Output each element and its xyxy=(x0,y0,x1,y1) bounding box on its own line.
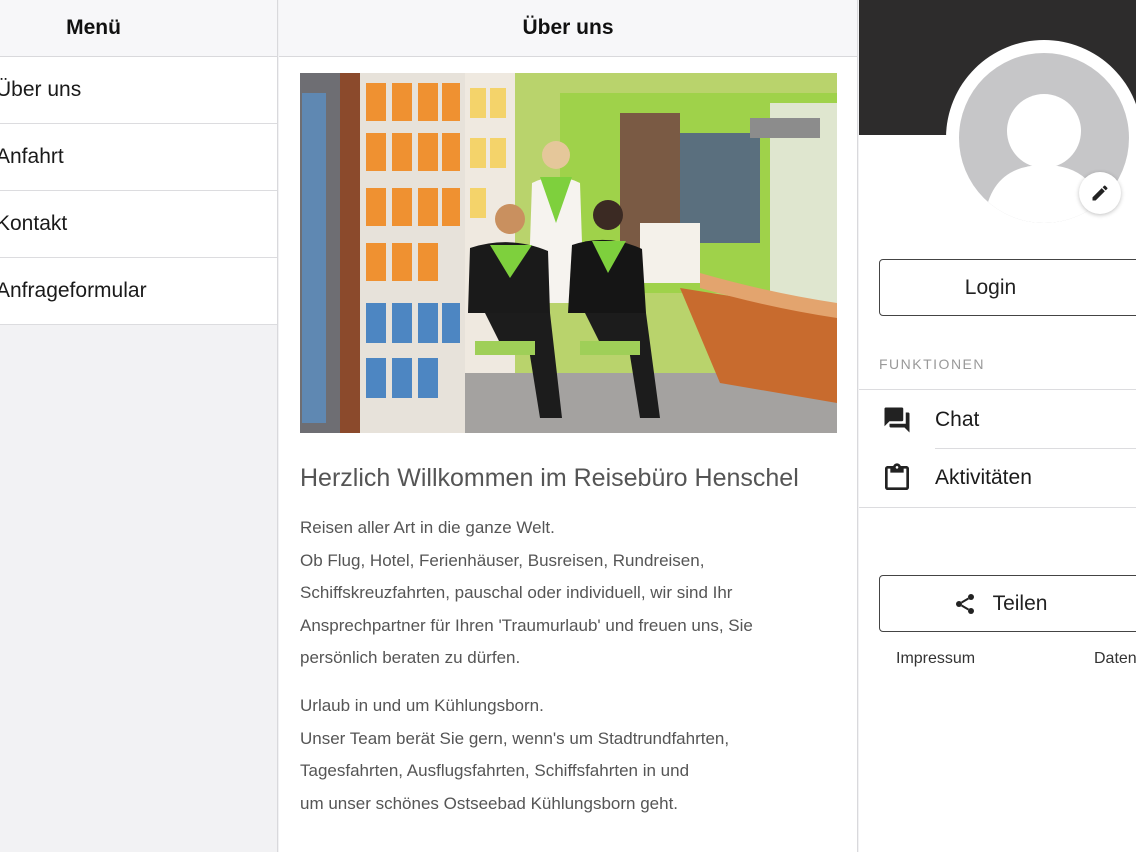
divider xyxy=(859,507,1136,508)
function-item-aktivitaeten[interactable]: Aktivitäten xyxy=(859,449,1136,507)
paragraph-line: Reisen aller Art in die ganze Welt. xyxy=(300,518,555,537)
share-icon xyxy=(955,593,974,614)
paragraph-line: Tagesfahrten, Ausflugsfahrten, Schiffsfa… xyxy=(300,761,690,780)
paragraph-line: um unser schönes Ostseebad Kühlungsborn … xyxy=(300,793,679,813)
login-label: Login xyxy=(964,275,1017,299)
login-button[interactable]: Login xyxy=(879,259,1136,316)
menu-item-anfrageformular[interactable]: Anfrageformular xyxy=(0,258,277,325)
paragraph-line: Urlaub in und um Kühlungsborn. xyxy=(300,696,544,715)
paragraph-line: Ansprechpartner für Ihren 'Traumurlaub' … xyxy=(300,615,753,635)
chat-icon xyxy=(859,405,935,435)
paragraph-line: Unser Team berät Sie gern, wenn's um Sta… xyxy=(300,728,730,748)
menu-panel: Menü Über uns Anfahrt Kontakt Anfragefor… xyxy=(0,0,278,852)
user-sidebar: Login FUNKTIONEN Chat Aktivitäten Teilen… xyxy=(859,0,1136,852)
content-panel: Über uns Herzlich Willkommen im Reisebür… xyxy=(279,0,858,852)
datenschutz-link[interactable]: Daten xyxy=(1094,650,1136,668)
menu-item-label: Anfrageformular xyxy=(0,279,147,302)
page-title: Über uns xyxy=(522,16,614,39)
menu-item-kontakt[interactable]: Kontakt xyxy=(0,191,277,258)
divider xyxy=(859,389,1136,390)
local-paragraph: Urlaub in und um Kühlungsborn. Unser Tea… xyxy=(300,690,729,820)
edit-avatar-button[interactable] xyxy=(1079,172,1121,214)
menu-item-ueber-uns[interactable]: Über uns xyxy=(0,57,277,124)
function-label: Chat xyxy=(935,408,980,431)
paragraph-line: Ob Flug, Hotel, Ferienhäuser, Busreisen,… xyxy=(300,550,705,570)
content-headline: Herzlich Willkommen im Reisebüro Hensche… xyxy=(300,464,799,492)
menu-list: Über uns Anfahrt Kontakt Anfrageformular xyxy=(0,57,277,325)
menu-item-label: Über uns xyxy=(0,78,82,101)
menu-header: Menü xyxy=(0,0,277,57)
team-photo xyxy=(300,73,837,433)
content-header: Über uns xyxy=(279,0,857,57)
paragraph-line: persönlich beraten zu dürfen. xyxy=(300,648,521,667)
menu-item-label: Anfahrt xyxy=(0,145,64,168)
share-label: Teilen xyxy=(992,591,1048,615)
function-item-chat[interactable]: Chat xyxy=(859,391,1136,449)
app-root: Menü Über uns Anfahrt Kontakt Anfragefor… xyxy=(0,0,1136,852)
share-button[interactable]: Teilen xyxy=(879,575,1136,632)
menu-item-anfahrt[interactable]: Anfahrt xyxy=(0,124,277,191)
paragraph-line: Schiffskreuzfahrten, pauschal oder indiv… xyxy=(300,583,733,602)
pencil-icon xyxy=(1092,185,1108,201)
function-label: Aktivitäten xyxy=(935,466,1032,489)
intro-paragraph: Reisen aller Art in die ganze Welt. Ob F… xyxy=(300,512,753,675)
clipboard-icon xyxy=(859,461,935,495)
menu-title: Menü xyxy=(66,16,121,39)
functions-section-title: FUNKTIONEN xyxy=(879,356,985,372)
menu-item-label: Kontakt xyxy=(0,212,68,235)
impressum-link[interactable]: Impressum xyxy=(896,650,975,668)
